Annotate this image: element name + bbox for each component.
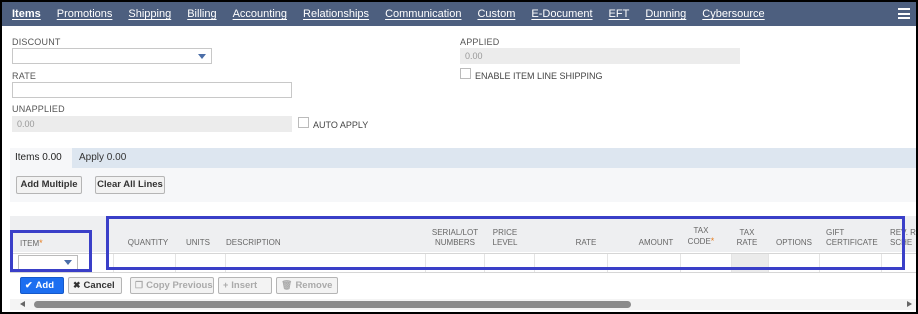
cancel-line-button[interactable]: ✖ Cancel [68,277,122,294]
cell-serial-lot-numbers[interactable] [426,254,485,272]
unapplied-field: 0.00 [12,116,292,132]
chevron-down-icon [198,54,206,59]
chevron-down-icon [64,260,72,265]
copy-previous-button[interactable]: ❐ Copy Previous [130,277,214,294]
subtab-items-label: Items 0.00 [15,152,62,163]
enable-item-line-shipping-label: ENABLE ITEM LINE SHIPPING [475,71,603,81]
add-line-button[interactable]: ✔ Add [20,277,64,294]
cell-quantity[interactable] [118,254,176,272]
insert-line-button[interactable]: + Insert [218,277,272,294]
screenshot-frame: Items Promotions Shipping Billing Accoun… [2,2,916,312]
col-item: ITEM* [20,238,43,248]
line-action-buttons: ✔ Add ✖ Cancel ❐ Copy Previous + Insert 🗑 Rem… [16,275,346,297]
nav-tab-promotions[interactable]: Promotions [49,2,121,26]
checkmark-icon: ✔ [25,280,33,290]
scrollbar-thumb[interactable] [34,301,631,308]
col-tax-rate: TAX RATE [736,228,758,247]
col-serial-lot-numbers: SERIAL/LOT NUMBERS [431,228,479,247]
col-rate: RATE [575,238,597,247]
sublist-toolbar: Add Multiple Clear All Lines [10,168,916,202]
nav-tab-accounting[interactable]: Accounting [225,2,295,26]
plus-icon: + [223,280,229,290]
unapplied-label: UNAPPLIED [12,104,65,114]
cell-rev-rec-schedule[interactable] [882,254,916,272]
hamburger-menu-icon[interactable] [898,8,910,19]
subtab-items[interactable]: Items 0.00 [10,148,72,168]
col-units: UNITS [186,238,210,247]
subtab-apply-label: Apply 0.00 [79,152,127,163]
nav-tab-items[interactable]: Items [2,2,49,26]
applied-label: APPLIED [460,37,500,47]
clear-all-lines-button[interactable]: Clear All Lines [95,176,165,194]
nav-tab-custom[interactable]: Custom [469,2,523,26]
col-quantity: QUANTITY [127,238,169,247]
nav-tab-relationships[interactable]: Relationships [295,2,377,26]
cell-tax-code[interactable] [681,254,732,272]
items-grid-edit-row [10,253,916,273]
scroll-left-arrow-icon[interactable] [20,301,25,307]
add-multiple-button[interactable]: Add Multiple [16,176,82,194]
auto-apply-checkbox[interactable] [298,117,309,128]
nav-tab-cybersource[interactable]: Cybersource [694,2,772,26]
sublist-tabs: Items 0.00 Apply 0.00 [10,148,916,168]
subtab-apply[interactable]: Apply 0.00 [74,148,134,168]
cell-item[interactable] [10,254,114,272]
col-price-level: PRICE LEVEL [492,228,518,247]
cell-amount[interactable] [608,254,681,272]
cell-gift-certificate[interactable] [820,254,882,272]
cell-description[interactable] [226,254,426,272]
nav-tab-communication[interactable]: Communication [377,2,469,26]
enable-item-line-shipping-checkbox[interactable] [460,68,471,79]
nav-tab-shipping[interactable]: Shipping [120,2,179,26]
col-gift-certificate: GIFT CERTIFICATE [826,228,878,247]
cell-price-level[interactable] [485,254,535,272]
nav-tab-eft[interactable]: EFT [601,2,638,26]
nav-tab-billing[interactable]: Billing [179,2,224,26]
discount-label: DISCOUNT [12,37,61,47]
cell-units[interactable] [176,254,226,272]
copy-icon: ❐ [135,280,144,290]
items-grid-header: ITEM* QUANTITY UNITS DESCRIPTION SERIAL/… [10,216,916,252]
record-subtab-nav: Items Promotions Shipping Billing Accoun… [2,2,916,26]
col-rev-rec-schedule: REV. R SCHE [890,228,916,247]
close-icon: ✖ [73,280,81,290]
rate-label: RATE [12,71,37,81]
applied-field: 0.00 [460,48,740,64]
col-description: DESCRIPTION [226,238,281,247]
horizontal-scrollbar[interactable] [10,299,916,310]
auto-apply-label: AUTO APPLY [313,120,369,130]
scroll-right-arrow-icon[interactable] [907,301,912,307]
trash-icon: 🗑 [281,280,293,290]
col-options: OPTIONS [775,238,812,247]
rate-input[interactable] [12,82,292,98]
discount-select[interactable] [12,48,212,64]
cell-tax-rate [732,254,769,272]
item-select[interactable] [18,255,78,270]
col-tax-code: TAX CODE* [687,226,715,246]
cell-rate[interactable] [535,254,608,272]
nav-tab-dunning[interactable]: Dunning [637,2,694,26]
col-amount: AMOUNT [638,238,674,247]
cell-options[interactable] [769,254,820,272]
remove-line-button[interactable]: 🗑 Remove [276,277,338,294]
nav-tab-e-document[interactable]: E-Document [523,2,600,26]
